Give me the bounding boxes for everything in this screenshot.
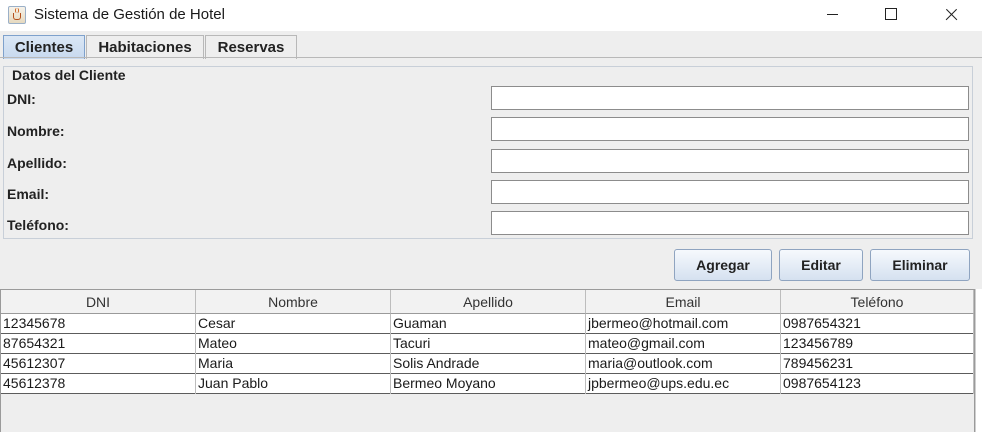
cell-dni: 12345678	[1, 314, 196, 334]
cell-telefono: 0987654123	[781, 374, 974, 394]
telefono-label: Teléfono:	[7, 217, 69, 233]
tab-divider	[0, 57, 982, 58]
column-header-email[interactable]: Email	[586, 290, 781, 314]
window-title: Sistema de Gestión de Hotel	[34, 6, 225, 23]
dni-field[interactable]	[491, 86, 969, 110]
nombre-label: Nombre:	[7, 123, 65, 139]
apellido-field[interactable]	[491, 149, 969, 173]
column-header-nombre[interactable]: Nombre	[196, 290, 391, 314]
table-row[interactable]: 45612307 Maria Solis Andrade maria@outlo…	[1, 354, 974, 374]
table-row[interactable]: 45612378 Juan Pablo Bermeo Moyano jpberm…	[1, 374, 974, 394]
cell-email: jbermeo@hotmail.com	[586, 314, 781, 334]
table-body: 12345678 Cesar Guaman jbermeo@hotmail.co…	[1, 314, 974, 394]
apellido-label: Apellido:	[7, 155, 67, 171]
cell-telefono: 789456231	[781, 354, 974, 374]
cell-email: jpbermeo@ups.edu.ec	[586, 374, 781, 394]
cell-nombre: Mateo	[196, 334, 391, 354]
cell-dni: 45612378	[1, 374, 196, 394]
nombre-field[interactable]	[491, 117, 969, 141]
telefono-field[interactable]	[491, 211, 969, 235]
table-row[interactable]: 12345678 Cesar Guaman jbermeo@hotmail.co…	[1, 314, 974, 334]
add-button[interactable]: Agregar	[674, 249, 772, 281]
cell-apellido: Bermeo Moyano	[391, 374, 586, 394]
table-row[interactable]: 87654321 Mateo Tacuri mateo@gmail.com 12…	[1, 334, 974, 354]
dni-label: DNI:	[7, 91, 36, 107]
title-bar: Sistema de Gestión de Hotel	[0, 0, 982, 31]
column-header-dni[interactable]: DNI	[1, 290, 196, 314]
email-label: Email:	[7, 186, 50, 202]
email-field[interactable]	[491, 180, 969, 204]
cell-telefono: 0987654321	[781, 314, 974, 334]
edit-button[interactable]: Editar	[779, 249, 863, 281]
minimize-button[interactable]	[809, 0, 855, 31]
tab-reservas[interactable]: Reservas	[205, 35, 297, 59]
cell-apellido: Solis Andrade	[391, 354, 586, 374]
cell-telefono: 123456789	[781, 334, 974, 354]
column-header-apellido[interactable]: Apellido	[391, 290, 586, 314]
table-scroll-edge	[975, 289, 982, 432]
table-header: DNI Nombre Apellido Email Teléfono	[1, 290, 974, 314]
close-button[interactable]	[927, 0, 973, 31]
clients-table: DNI Nombre Apellido Email Teléfono 12345…	[0, 289, 975, 432]
cell-dni: 87654321	[1, 334, 196, 354]
tab-clientes[interactable]: Clientes	[3, 35, 85, 59]
cell-apellido: Tacuri	[391, 334, 586, 354]
cell-nombre: Maria	[196, 354, 391, 374]
cell-nombre: Juan Pablo	[196, 374, 391, 394]
cell-email: mateo@gmail.com	[586, 334, 781, 354]
panel-legend: Datos del Cliente	[10, 67, 128, 83]
column-header-telefono[interactable]: Teléfono	[781, 290, 974, 314]
cell-nombre: Cesar	[196, 314, 391, 334]
maximize-button[interactable]	[867, 0, 913, 31]
java-cup-icon	[8, 6, 26, 24]
cell-dni: 45612307	[1, 354, 196, 374]
tab-habitaciones[interactable]: Habitaciones	[86, 35, 204, 59]
tab-strip: Clientes Habitaciones Reservas	[0, 35, 982, 59]
cell-apellido: Guaman	[391, 314, 586, 334]
cell-email: maria@outlook.com	[586, 354, 781, 374]
delete-button[interactable]: Eliminar	[870, 249, 970, 281]
